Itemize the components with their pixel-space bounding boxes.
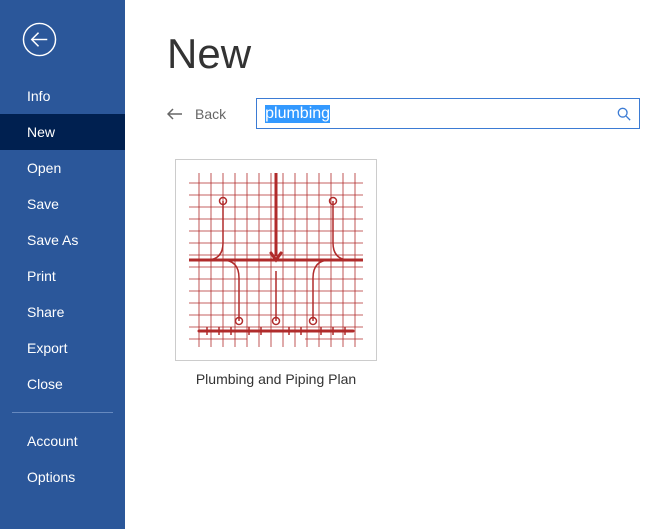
sidebar-item-close[interactable]: Close xyxy=(0,366,125,402)
results-area: Plumbing and Piping Plan xyxy=(175,159,640,387)
sidebar-item-options[interactable]: Options xyxy=(0,459,125,495)
back-link-label: Back xyxy=(195,106,226,122)
sidebar-item-save-as[interactable]: Save As xyxy=(0,222,125,258)
template-thumbnail xyxy=(175,159,377,361)
main-pane: New Back xyxy=(125,0,660,529)
sidebar-item-new[interactable]: New xyxy=(0,114,125,150)
sidebar-item-share[interactable]: Share xyxy=(0,294,125,330)
back-button[interactable] xyxy=(0,0,125,78)
sidebar-item-export[interactable]: Export xyxy=(0,330,125,366)
template-label: Plumbing and Piping Plan xyxy=(175,371,377,387)
sidebar: Info New Open Save Save As Print Share E… xyxy=(0,0,125,529)
sidebar-item-print[interactable]: Print xyxy=(0,258,125,294)
back-arrow-icon xyxy=(167,108,183,120)
page-title: New xyxy=(167,30,640,78)
search-input[interactable] xyxy=(265,105,617,123)
plumbing-diagram-icon xyxy=(189,173,363,347)
sidebar-item-account[interactable]: Account xyxy=(0,423,125,459)
back-circle-icon xyxy=(22,22,57,57)
back-link[interactable]: Back xyxy=(167,106,226,122)
search-box[interactable] xyxy=(256,98,640,129)
template-plumbing-piping[interactable]: Plumbing and Piping Plan xyxy=(175,159,377,387)
sidebar-divider xyxy=(12,412,113,413)
sidebar-item-open[interactable]: Open xyxy=(0,150,125,186)
sidebar-item-save[interactable]: Save xyxy=(0,186,125,222)
sidebar-item-info[interactable]: Info xyxy=(0,78,125,114)
search-row: Back xyxy=(167,98,640,129)
search-icon[interactable] xyxy=(617,107,631,121)
